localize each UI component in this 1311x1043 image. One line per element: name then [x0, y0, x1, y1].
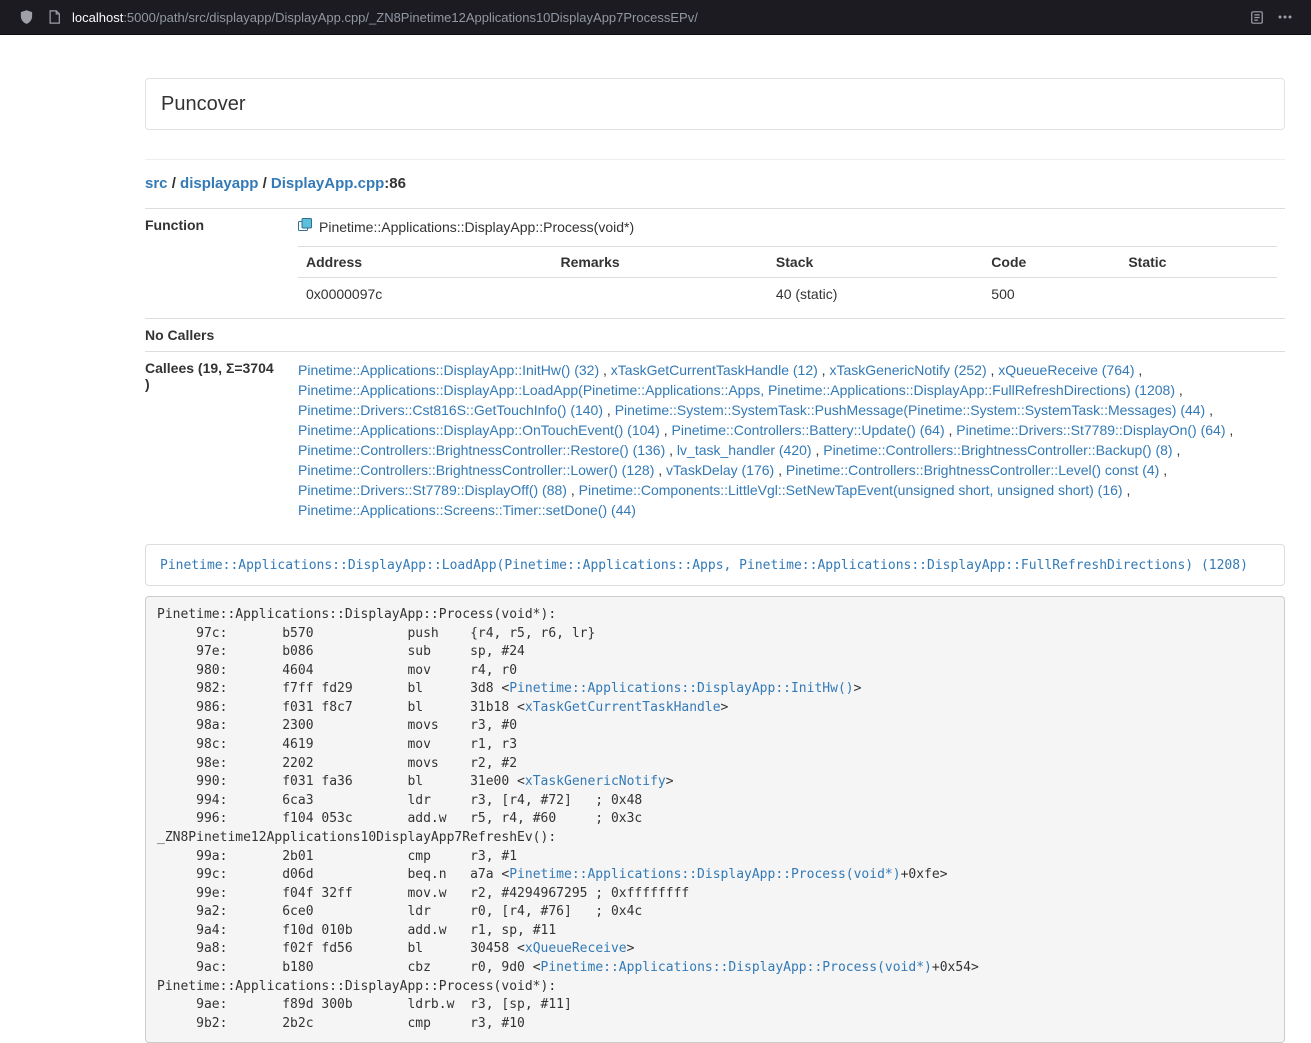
symbol-info-table: Function Pinetime::Applications::Display…: [145, 208, 1285, 528]
function-row: Function Pinetime::Applications::Display…: [145, 209, 1285, 319]
no-callers-row: No Callers: [145, 319, 1285, 352]
code-symbol-link[interactable]: Pinetime::Applications::DisplayApp::Proc…: [541, 960, 932, 975]
function-detail-table: Address Remarks Stack Code Static 0x0000…: [298, 246, 1277, 310]
function-name: Pinetime::Applications::DisplayApp::Proc…: [319, 217, 634, 237]
callees-row: Callees (19, Σ=3704 ) Pinetime::Applicat…: [145, 352, 1285, 529]
url-host: localhost: [72, 10, 123, 25]
page-title-panel: Puncover: [145, 78, 1285, 130]
remarks-value: [553, 278, 768, 311]
code-symbol-link[interactable]: Pinetime::Applications::DisplayApp::Init…: [509, 681, 853, 696]
callee-link[interactable]: Pinetime::Controllers::BrightnessControl…: [786, 462, 1159, 478]
divider: [145, 159, 1285, 160]
breadcrumb-link[interactable]: displayapp: [180, 175, 258, 192]
url-path: :5000/path/src/displayapp/DisplayApp.cpp…: [123, 10, 698, 25]
callee-link[interactable]: Pinetime::Drivers::Cst816S::GetTouchInfo…: [298, 402, 603, 418]
breadcrumb-link[interactable]: DisplayApp.cpp: [271, 175, 384, 192]
callees-label: Callees (19, Σ=3704 ): [145, 352, 290, 529]
callee-link[interactable]: Pinetime::Controllers::BrightnessControl…: [823, 442, 1172, 458]
column-header-address: Address: [298, 247, 553, 278]
column-header-remarks: Remarks: [553, 247, 768, 278]
callee-link[interactable]: vTaskDelay (176): [666, 462, 774, 478]
breadcrumb-separator: /: [258, 175, 271, 192]
breadcrumb-separator: /: [168, 175, 181, 192]
function-icon: [298, 217, 312, 237]
page-container: Puncover src / displayapp / DisplayApp.c…: [145, 35, 1285, 1043]
code-symbol-link[interactable]: Pinetime::Applications::DisplayApp::Proc…: [509, 867, 900, 882]
callee-link[interactable]: Pinetime::Controllers::BrightnessControl…: [298, 442, 665, 458]
page-title: Puncover: [161, 93, 1269, 115]
breadcrumb-line-number: :86: [384, 175, 406, 192]
callee-link[interactable]: Pinetime::Applications::Screens::Timer::…: [298, 502, 636, 518]
detail-header-row: Address Remarks Stack Code Static: [298, 247, 1277, 278]
column-header-static: Static: [1120, 247, 1277, 278]
breadcrumb-link[interactable]: src: [145, 175, 168, 192]
stack-value: 40 (static): [768, 278, 983, 311]
column-header-code: Code: [983, 247, 1120, 278]
callee-link[interactable]: Pinetime::Applications::DisplayApp::OnTo…: [298, 422, 660, 438]
disassembly-code-block: Pinetime::Applications::DisplayApp::Proc…: [145, 596, 1285, 1043]
callee-link[interactable]: Pinetime::Controllers::BrightnessControl…: [298, 462, 654, 478]
callee-link[interactable]: Pinetime::System::SystemTask::PushMessag…: [615, 402, 1206, 418]
detail-value-row: 0x0000097c 40 (static) 500: [298, 278, 1277, 311]
browser-chrome: localhost:5000/path/src/displayapp/Displ…: [0, 0, 1311, 35]
code-symbol-link[interactable]: xQueueReceive: [525, 941, 627, 956]
code-symbol-link[interactable]: xTaskGenericNotify: [525, 774, 666, 789]
url-bar[interactable]: localhost:5000/path/src/displayapp/Displ…: [72, 10, 698, 25]
symbol-highlight-box: Pinetime::Applications::DisplayApp::Load…: [145, 544, 1285, 586]
breadcrumb: src / displayapp / DisplayApp.cpp:86: [145, 174, 1285, 194]
code-symbol-link[interactable]: xTaskGetCurrentTaskHandle: [525, 700, 721, 715]
no-callers-label: No Callers: [145, 319, 290, 352]
callee-link[interactable]: Pinetime::Applications::DisplayApp::Load…: [298, 382, 1175, 398]
callee-link[interactable]: Pinetime::Drivers::St7789::DisplayOff() …: [298, 482, 567, 498]
address-value: 0x0000097c: [298, 278, 553, 311]
loadapp-symbol-link[interactable]: Pinetime::Applications::DisplayApp::Load…: [160, 558, 1248, 573]
callees-list: Pinetime::Applications::DisplayApp::Init…: [290, 352, 1285, 529]
callee-link[interactable]: xTaskGenericNotify (252): [829, 362, 986, 378]
callee-link[interactable]: Pinetime::Drivers::St7789::DisplayOn() (…: [956, 422, 1225, 438]
no-callers-cell: [290, 319, 1285, 352]
code-size-value: 500: [983, 278, 1120, 311]
function-row-label: Function: [145, 209, 290, 319]
column-header-stack: Stack: [768, 247, 983, 278]
callee-link[interactable]: Pinetime::Applications::DisplayApp::Init…: [298, 362, 599, 378]
reader-mode-icon[interactable]: [1245, 5, 1269, 29]
shield-icon[interactable]: [14, 5, 38, 29]
callee-link[interactable]: Pinetime::Components::LittleVgl::SetNewT…: [579, 482, 1123, 498]
callee-link[interactable]: xTaskGetCurrentTaskHandle (12): [611, 362, 818, 378]
menu-icon[interactable]: [1273, 5, 1297, 29]
function-name-line: Pinetime::Applications::DisplayApp::Proc…: [298, 217, 1277, 237]
callee-link[interactable]: Pinetime::Controllers::Battery::Update()…: [672, 422, 945, 438]
site-identity-icon[interactable]: [42, 5, 66, 29]
static-value: [1120, 278, 1277, 311]
callee-link[interactable]: xQueueReceive (764): [998, 362, 1134, 378]
callee-link[interactable]: lv_task_handler (420): [677, 442, 812, 458]
